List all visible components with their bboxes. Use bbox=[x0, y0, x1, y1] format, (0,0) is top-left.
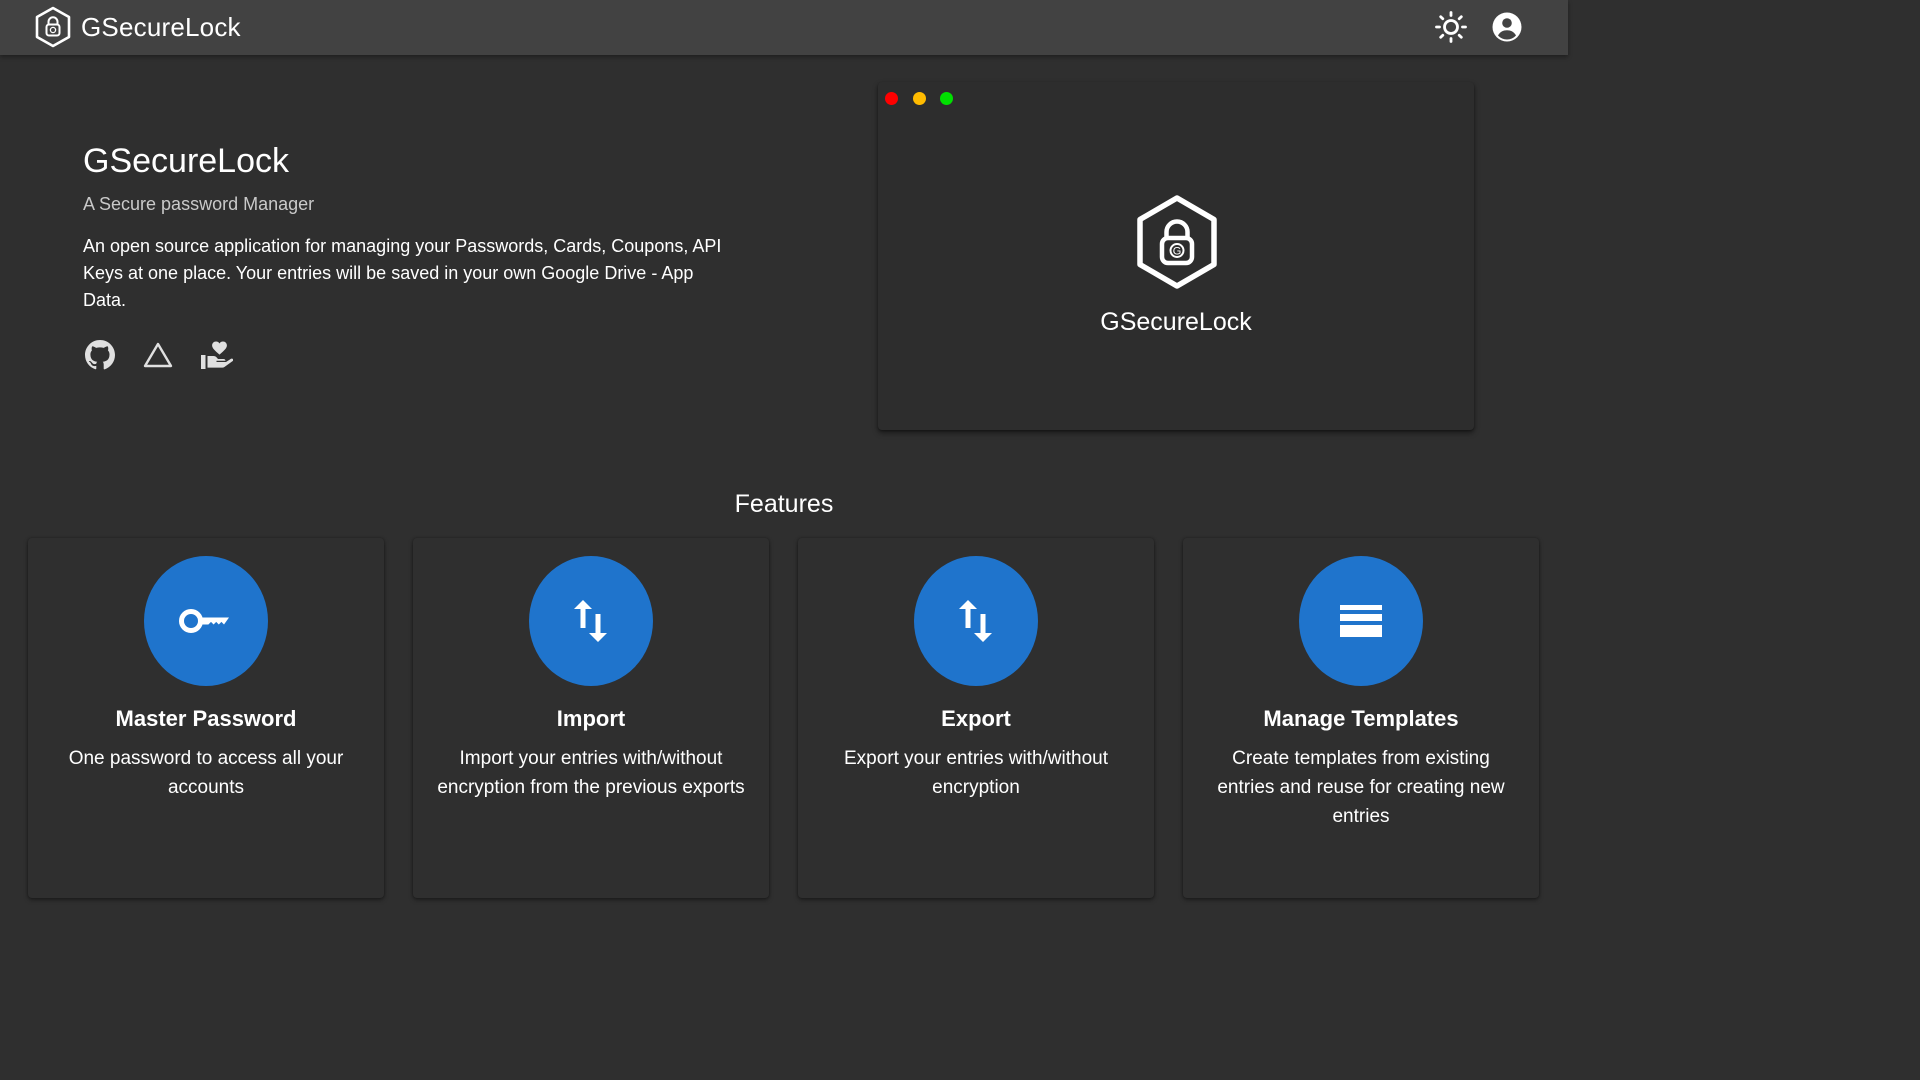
top-app-bar: GSecureLock bbox=[0, 0, 1568, 55]
svg-text:G: G bbox=[1173, 246, 1182, 258]
feature-icon-circle bbox=[529, 556, 653, 686]
hexagon-lock-icon bbox=[35, 6, 71, 48]
brand-home-link[interactable]: GSecureLock bbox=[34, 6, 241, 48]
feature-card-master-password: Master Password One password to access a… bbox=[28, 538, 384, 898]
feature-description: Export your entries with/without encrypt… bbox=[843, 748, 1108, 798]
account-button[interactable] bbox=[1490, 10, 1524, 44]
app-name: GSecureLock bbox=[81, 11, 241, 42]
feature-icon-circle bbox=[1299, 556, 1423, 686]
donate-link[interactable] bbox=[199, 337, 233, 373]
feature-icon-circle bbox=[144, 556, 268, 686]
github-icon bbox=[85, 340, 115, 370]
feature-title: Import bbox=[556, 706, 626, 731]
donate-hand-heart-icon bbox=[201, 341, 233, 369]
import-arrows-icon bbox=[574, 600, 607, 642]
key-icon bbox=[179, 609, 229, 633]
feature-description: One password to access all your accounts bbox=[68, 748, 344, 798]
window-close-dot bbox=[885, 92, 898, 105]
features-heading: Features bbox=[734, 490, 834, 518]
feature-card-manage-templates: Manage Templates Create templates from e… bbox=[1183, 538, 1539, 898]
github-link[interactable] bbox=[83, 337, 117, 373]
feature-description: Import your entries with/without encrypt… bbox=[437, 748, 745, 798]
hero-subtitle: A Secure password Manager bbox=[83, 194, 315, 214]
feature-title: Manage Templates bbox=[1263, 706, 1459, 731]
preview-app-name: GSecureLock bbox=[1100, 308, 1252, 336]
feature-title: Master Password bbox=[115, 706, 297, 731]
feature-card-export: Export Export your entries with/without … bbox=[798, 538, 1154, 898]
window-maximize-dot bbox=[940, 92, 953, 105]
feature-card-import: Import Import your entries with/without … bbox=[413, 538, 769, 898]
hero-description: An open source application for managing … bbox=[83, 236, 722, 310]
feature-icon-circle bbox=[914, 556, 1038, 686]
hero-title: GSecureLock bbox=[83, 142, 289, 180]
hexagon-lock-icon: G bbox=[1137, 195, 1217, 289]
google-drive-link[interactable] bbox=[141, 337, 175, 373]
hero-links bbox=[83, 337, 233, 373]
window-minimize-dot bbox=[913, 92, 926, 105]
sun-icon bbox=[1435, 11, 1467, 43]
google-drive-icon bbox=[143, 342, 173, 368]
theme-toggle-button[interactable] bbox=[1434, 10, 1468, 44]
feature-description: Create templates from existing entries a… bbox=[1217, 748, 1505, 827]
export-arrows-icon bbox=[959, 600, 992, 642]
app-preview-window: G GSecureLock bbox=[878, 82, 1474, 430]
account-circle-icon bbox=[1492, 12, 1522, 42]
templates-icon bbox=[1340, 605, 1382, 637]
feature-title: Export bbox=[941, 706, 1011, 731]
